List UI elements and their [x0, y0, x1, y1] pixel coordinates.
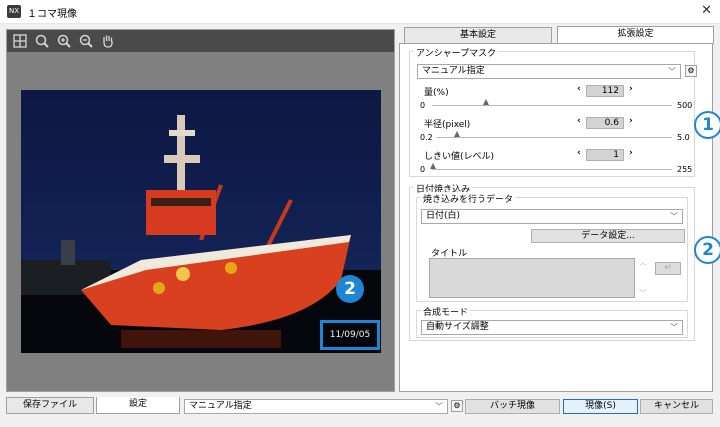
radius-label: 半径(pixel) [424, 120, 471, 130]
unsharp-group: アンシャープマスク マニュアル指定 ﹀ ⚙ 量(%) ‹ 112 › 0 500… [409, 46, 697, 177]
settings-panel: アンシャープマスク マニュアル指定 ﹀ ⚙ 量(%) ‹ 112 › 0 500… [399, 43, 713, 392]
app-icon: NX [7, 5, 21, 18]
radius-increase-icon[interactable]: › [629, 116, 633, 126]
preview-toolbar [7, 30, 394, 52]
batch-develop-button[interactable]: バッチ現像 [465, 399, 560, 414]
callout-2: 2 [694, 236, 720, 264]
tab-settings[interactable]: 設定 [96, 397, 180, 414]
preset-select[interactable]: マニュアル指定 ﹀ [184, 399, 448, 414]
title-textarea[interactable] [429, 258, 635, 298]
radius-value-field[interactable]: 0.6 [586, 117, 624, 129]
radius-slider-track[interactable] [437, 137, 672, 138]
scroll-down-icon[interactable]: ﹀ [639, 288, 647, 299]
grid-icon[interactable] [12, 33, 28, 49]
radius-min: 0.2 [420, 133, 433, 142]
zoom-fit-icon[interactable] [34, 33, 50, 49]
callout-1: 1 [694, 111, 720, 139]
amount-increase-icon[interactable]: › [629, 84, 633, 94]
hand-icon[interactable] [100, 33, 116, 49]
amount-min: 0 [420, 101, 426, 110]
chevron-down-icon: ﹀ [668, 67, 676, 76]
develop-button[interactable]: 現像(S) [563, 399, 638, 414]
scroll-up-icon[interactable]: ︿ [639, 257, 647, 268]
threshold-increase-icon[interactable]: › [629, 148, 633, 158]
threshold-slider-thumb[interactable] [429, 163, 436, 169]
title-bar: NX １コマ現像 ✕ [0, 0, 720, 24]
amount-decrease-icon[interactable]: ‹ [577, 84, 581, 94]
radius-max: 5.0 [677, 133, 690, 142]
amount-slider-thumb[interactable] [482, 99, 489, 105]
chevron-down-icon: ﹀ [670, 212, 678, 221]
insert-button[interactable]: ↵ [655, 262, 681, 275]
cancel-button[interactable]: キャンセル [640, 399, 713, 414]
tab-basic[interactable]: 基本設定 [404, 27, 552, 44]
unsharp-mode-value: マニュアル指定 [422, 66, 485, 76]
settings-tabs: 基本設定 拡張設定 [404, 26, 714, 44]
compose-mode-select[interactable]: 自動サイズ調整 ﹀ [421, 320, 683, 335]
threshold-value-field[interactable]: 1 [586, 149, 624, 161]
close-button[interactable]: ✕ [701, 3, 712, 18]
threshold-label: しきい値(レベル) [424, 152, 495, 162]
data-settings-button[interactable]: データ設定... [531, 229, 685, 243]
chevron-down-icon: ﹀ [435, 402, 443, 411]
gear-icon[interactable]: ⚙ [685, 65, 697, 77]
preset-value: マニュアル指定 [189, 401, 252, 411]
preview-area: 11/09/05 2 [6, 29, 395, 392]
threshold-decrease-icon[interactable]: ‹ [577, 148, 581, 158]
imprint-data-group: 焼き込みを行うデータ 日付(白) ﹀ データ設定... タイトル ︿ ﹀ ↵ [416, 192, 688, 302]
date-stamp: 11/09/05 [320, 320, 380, 350]
radius-decrease-icon[interactable]: ‹ [577, 116, 581, 126]
imprint-group: 日付焼き込み 焼き込みを行うデータ 日付(白) ﹀ データ設定... タイトル … [409, 182, 695, 341]
imprint-data-heading: 焼き込みを行うデータ [421, 192, 516, 205]
imprint-data-select[interactable]: 日付(白) ﹀ [421, 209, 683, 224]
zoom-out-icon[interactable] [78, 33, 94, 49]
tab-save-file[interactable]: 保存ファイル [6, 397, 94, 414]
compose-mode-heading: 合成モード [421, 305, 471, 318]
unsharp-mode-select[interactable]: マニュアル指定 ﹀ [417, 64, 681, 79]
chevron-down-icon: ﹀ [670, 323, 678, 332]
amount-value-field[interactable]: 112 [586, 85, 624, 97]
zoom-in-icon[interactable] [56, 33, 72, 49]
imprint-data-value: 日付(白) [426, 211, 461, 221]
boat-photo [21, 90, 381, 353]
preview-photo [21, 90, 381, 353]
amount-max: 500 [677, 101, 693, 110]
unsharp-heading: アンシャープマスク [414, 46, 499, 59]
threshold-max: 255 [677, 165, 693, 174]
radius-slider-thumb[interactable] [453, 131, 460, 137]
callout-2-preview: 2 [336, 275, 364, 303]
preset-gear-icon[interactable]: ⚙ [451, 400, 463, 412]
window-title: １コマ現像 [27, 9, 77, 20]
threshold-min: 0 [420, 165, 426, 174]
amount-label: 量(%) [424, 88, 449, 98]
compose-mode-group: 合成モード 自動サイズ調整 ﹀ [416, 305, 688, 338]
tab-extended[interactable]: 拡張設定 [557, 26, 714, 44]
amount-slider-track[interactable] [432, 105, 672, 106]
threshold-slider-track[interactable] [432, 169, 672, 170]
compose-mode-value: 自動サイズ調整 [426, 322, 489, 332]
